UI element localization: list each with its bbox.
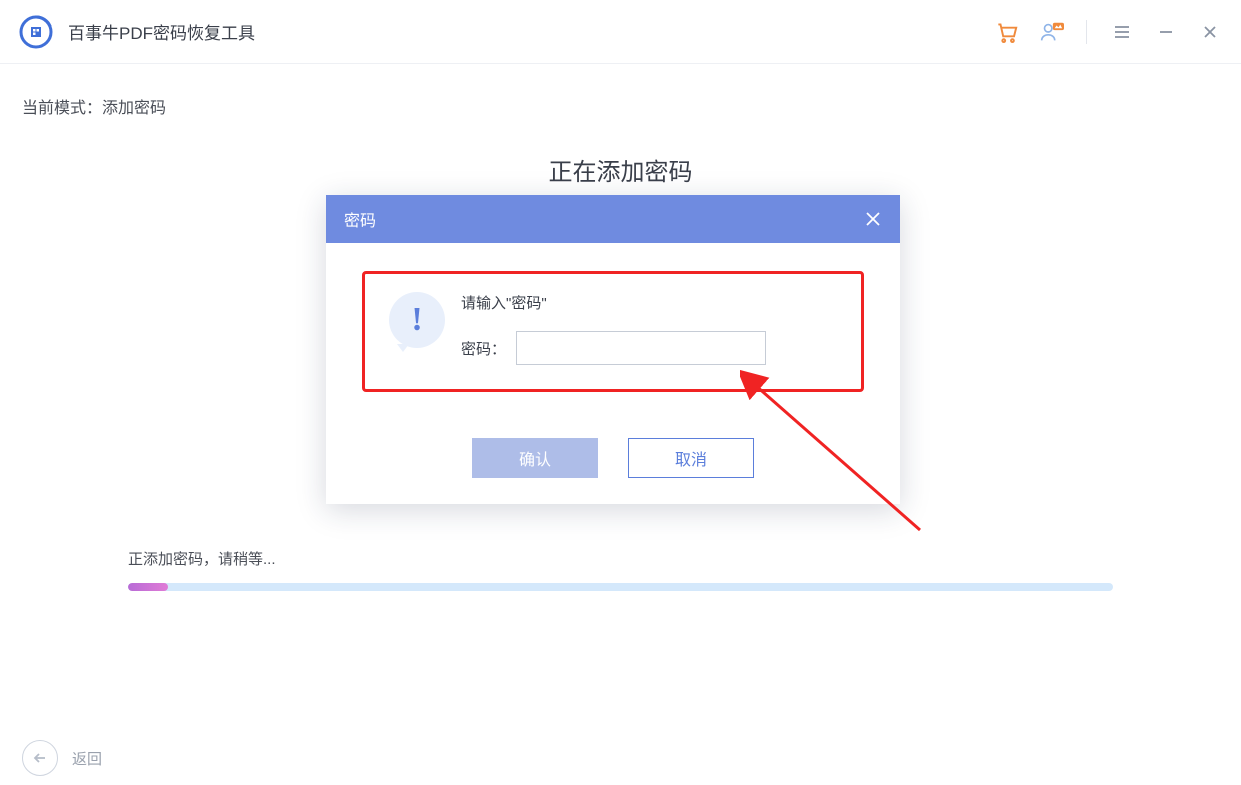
user-vip-icon[interactable] xyxy=(1038,19,1064,45)
cart-icon[interactable] xyxy=(994,19,1020,45)
main-title: 正在添加密码 xyxy=(22,152,1219,187)
titlebar: 百事牛PDF密码恢复工具 xyxy=(0,0,1241,64)
mode-line: 当前模式：添加密码 xyxy=(22,94,1219,118)
prompt-text: 请输入"密码" xyxy=(461,292,837,313)
footer: 返回 xyxy=(0,731,1241,785)
app-logo xyxy=(18,14,54,50)
progress-area: 正添加密码，请稍等... xyxy=(128,548,1113,591)
app-title: 百事牛PDF密码恢复工具 xyxy=(68,19,994,44)
info-icon: ! xyxy=(389,292,445,348)
confirm-button[interactable]: 确认 xyxy=(472,438,598,478)
info-content: 请输入"密码" 密码： xyxy=(461,292,837,365)
password-label: 密码： xyxy=(461,338,506,359)
dialog-header: 密码 xyxy=(326,195,900,243)
progress-text: 正添加密码，请稍等... xyxy=(128,548,1113,569)
dialog-title: 密码 xyxy=(344,207,864,231)
password-row: 密码： xyxy=(461,331,837,365)
password-input[interactable] xyxy=(516,331,766,365)
back-label[interactable]: 返回 xyxy=(72,748,102,769)
titlebar-controls xyxy=(994,19,1223,45)
mode-value: 添加密码 xyxy=(102,100,166,117)
divider xyxy=(1086,20,1087,44)
progress-bar xyxy=(128,583,1113,591)
dialog-close-icon[interactable] xyxy=(864,210,882,228)
highlight-box: ! 请输入"密码" 密码： xyxy=(362,271,864,392)
menu-icon[interactable] xyxy=(1109,19,1135,45)
progress-fill xyxy=(128,583,168,591)
dialog-actions: 确认 取消 xyxy=(326,402,900,504)
exclaim-icon: ! xyxy=(411,301,422,339)
mode-label: 当前模式： xyxy=(22,100,102,117)
cancel-button[interactable]: 取消 xyxy=(628,438,754,478)
password-dialog: 密码 ! 请输入"密码" 密码： 确认 取消 xyxy=(326,195,900,504)
close-icon[interactable] xyxy=(1197,19,1223,45)
back-button[interactable] xyxy=(22,740,58,776)
dialog-body: ! 请输入"密码" 密码： xyxy=(326,243,900,402)
minimize-icon[interactable] xyxy=(1153,19,1179,45)
